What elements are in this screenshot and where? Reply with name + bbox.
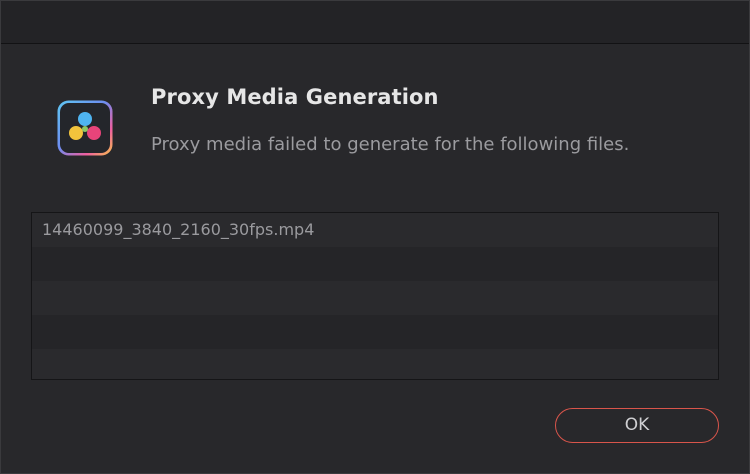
list-item	[32, 247, 718, 281]
proxy-media-dialog: Proxy Media Generation Proxy media faile…	[0, 0, 750, 474]
ok-button[interactable]: OK	[555, 408, 719, 443]
list-item[interactable]: 14460099_3840_2160_30fps.mp4	[32, 213, 718, 247]
list-item	[32, 349, 718, 379]
dialog-titlebar[interactable]	[1, 1, 749, 44]
failed-files-list[interactable]: 14460099_3840_2160_30fps.mp4	[31, 212, 719, 380]
dialog-title: Proxy Media Generation	[151, 85, 439, 109]
list-item	[32, 281, 718, 315]
davinci-resolve-app-icon	[56, 99, 114, 157]
list-item	[32, 315, 718, 349]
dialog-message: Proxy media failed to generate for the f…	[151, 134, 630, 155]
